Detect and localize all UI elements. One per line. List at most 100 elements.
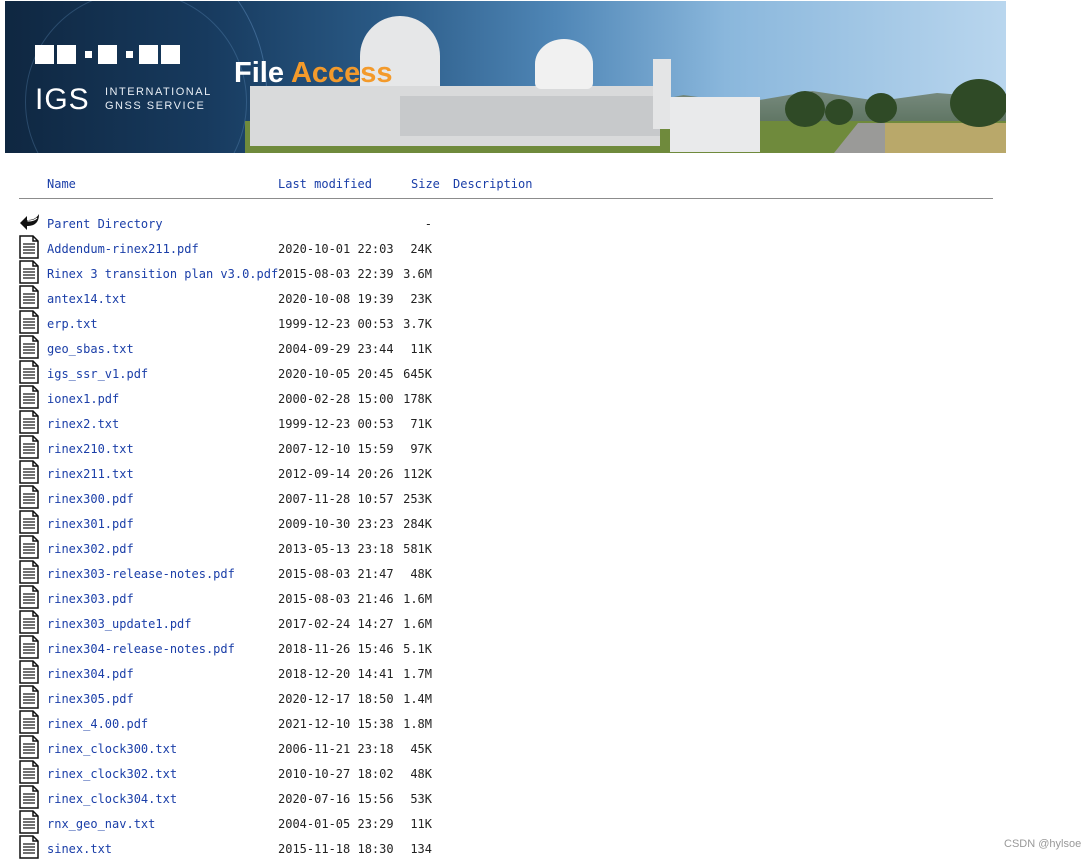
text-document-icon[interactable] — [19, 610, 39, 637]
text-document-icon[interactable] — [19, 635, 39, 662]
file-size: 24K — [410, 242, 432, 256]
file-row: geo_sbas.txt 2004-09-29 23:44 11K — [0, 335, 1000, 360]
file-link[interactable]: rinex_clock302.txt — [47, 767, 177, 781]
text-document-icon[interactable] — [19, 535, 39, 562]
file-row: rinex_clock302.txt 2010-10-27 18:02 48K — [0, 760, 1000, 785]
file-link[interactable]: rinex2.txt — [47, 417, 119, 431]
file-link[interactable]: rinex_4.00.pdf — [47, 717, 148, 731]
file-link[interactable]: rinex304-release-notes.pdf — [47, 642, 235, 656]
sort-by-description-link[interactable]: Description — [453, 177, 532, 191]
sort-by-size-link[interactable]: Size — [411, 177, 440, 191]
file-modified: 2010-10-27 18:02 — [278, 767, 394, 781]
file-size: 5.1K — [403, 642, 432, 656]
file-size: 1.6M — [403, 592, 432, 606]
file-modified: 2015-11-18 18:30 — [278, 842, 394, 856]
file-size: 645K — [403, 367, 432, 381]
text-document-icon[interactable] — [19, 760, 39, 787]
sort-by-name-link[interactable]: Name — [47, 177, 76, 191]
file-link[interactable]: rinex300.pdf — [47, 492, 134, 506]
file-size: 1.8M — [403, 717, 432, 731]
text-document-icon[interactable] — [19, 235, 39, 262]
file-link[interactable]: antex14.txt — [47, 292, 126, 306]
page-title-file: File — [234, 57, 284, 89]
parent-directory-link[interactable]: Parent Directory — [47, 217, 163, 231]
file-row: rinex304.pdf 2018-12-20 14:41 1.7M — [0, 660, 1000, 685]
file-size: - — [424, 217, 432, 231]
file-size: 134 — [410, 842, 432, 856]
listing-header: Name Last modified Size Description — [0, 177, 1000, 193]
file-size: 11K — [410, 817, 432, 831]
tree — [950, 79, 1006, 127]
back-arrow-icon[interactable] — [19, 210, 41, 235]
file-link[interactable]: rinex_clock304.txt — [47, 792, 177, 806]
file-modified: 2000-02-28 15:00 — [278, 392, 394, 406]
file-modified: 2020-10-08 19:39 — [278, 292, 394, 306]
file-link[interactable]: ionex1.pdf — [47, 392, 119, 406]
file-row: antex14.txt 2020-10-08 19:39 23K — [0, 285, 1000, 310]
file-modified: 2015-08-03 21:46 — [278, 592, 394, 606]
file-size: 3.7K — [403, 317, 432, 331]
text-document-icon[interactable] — [19, 510, 39, 537]
file-link[interactable]: rinex211.txt — [47, 467, 134, 481]
igs-banner: IGS INTERNATIONAL GNSS SERVICE File Acce… — [5, 1, 1006, 153]
file-link[interactable]: rinex303-release-notes.pdf — [47, 567, 235, 581]
file-row: rinex210.txt 2007-12-10 15:59 97K — [0, 435, 1000, 460]
file-size: 3.6M — [403, 267, 432, 281]
text-document-icon[interactable] — [19, 260, 39, 287]
file-modified: 2004-09-29 23:44 — [278, 342, 394, 356]
parent-directory-row: Parent Directory - — [0, 210, 1000, 235]
file-row: rinex305.pdf 2020-12-17 18:50 1.4M — [0, 685, 1000, 710]
text-document-icon[interactable] — [19, 435, 39, 462]
text-document-icon[interactable] — [19, 560, 39, 587]
file-link[interactable]: Rinex 3 transition plan v3.0.pdf — [47, 267, 278, 281]
sort-by-modified-link[interactable]: Last modified — [278, 177, 372, 191]
text-document-icon[interactable] — [19, 310, 39, 337]
file-modified: 2020-10-05 20:45 — [278, 367, 394, 381]
tree — [825, 99, 853, 125]
file-row: rinex303-release-notes.pdf 2015-08-03 21… — [0, 560, 1000, 585]
text-document-icon[interactable] — [19, 685, 39, 712]
text-document-icon[interactable] — [19, 285, 39, 312]
file-link[interactable]: erp.txt — [47, 317, 98, 331]
file-link[interactable]: rinex303.pdf — [47, 592, 134, 606]
text-document-icon[interactable] — [19, 485, 39, 512]
text-document-icon[interactable] — [19, 410, 39, 437]
text-document-icon[interactable] — [19, 735, 39, 762]
text-document-icon[interactable] — [19, 335, 39, 362]
file-link[interactable]: sinex.txt — [47, 842, 112, 856]
file-link[interactable]: rinex_clock300.txt — [47, 742, 177, 756]
text-document-icon[interactable] — [19, 360, 39, 387]
grass-scene — [885, 123, 1006, 153]
text-document-icon[interactable] — [19, 385, 39, 412]
file-row: Addendum-rinex211.pdf 2020-10-01 22:03 2… — [0, 235, 1000, 260]
observatory-wing — [400, 96, 660, 136]
text-document-icon[interactable] — [19, 460, 39, 487]
file-link[interactable]: rinex303_update1.pdf — [47, 617, 192, 631]
file-link[interactable]: Addendum-rinex211.pdf — [47, 242, 199, 256]
text-document-icon[interactable] — [19, 835, 39, 862]
file-link[interactable]: igs_ssr_v1.pdf — [47, 367, 148, 381]
text-document-icon[interactable] — [19, 710, 39, 737]
igs-logo-subtitle: INTERNATIONAL GNSS SERVICE — [105, 86, 212, 112]
file-link[interactable]: rinex305.pdf — [47, 692, 134, 706]
file-modified: 1999-12-23 00:53 — [278, 317, 394, 331]
tree — [785, 91, 825, 127]
text-document-icon[interactable] — [19, 660, 39, 687]
text-document-icon[interactable] — [19, 785, 39, 812]
file-link[interactable]: rinex210.txt — [47, 442, 134, 456]
file-link[interactable]: rinex304.pdf — [47, 667, 134, 681]
file-modified: 2012-09-14 20:26 — [278, 467, 394, 481]
file-row: rinex304-release-notes.pdf 2018-11-26 15… — [0, 635, 1000, 660]
file-link[interactable]: rinex301.pdf — [47, 517, 134, 531]
file-size: 112K — [403, 467, 432, 481]
file-link[interactable]: rinex302.pdf — [47, 542, 134, 556]
text-document-icon[interactable] — [19, 585, 39, 612]
file-link[interactable]: rnx_geo_nav.txt — [47, 817, 155, 831]
file-row: rinex301.pdf 2009-10-30 23:23 284K — [0, 510, 1000, 535]
observatory-shed — [670, 97, 760, 152]
file-link[interactable]: geo_sbas.txt — [47, 342, 134, 356]
text-document-icon[interactable] — [19, 810, 39, 837]
file-row: Rinex 3 transition plan v3.0.pdf 2015-08… — [0, 260, 1000, 285]
file-size: 581K — [403, 542, 432, 556]
file-modified: 2007-12-10 15:59 — [278, 442, 394, 456]
